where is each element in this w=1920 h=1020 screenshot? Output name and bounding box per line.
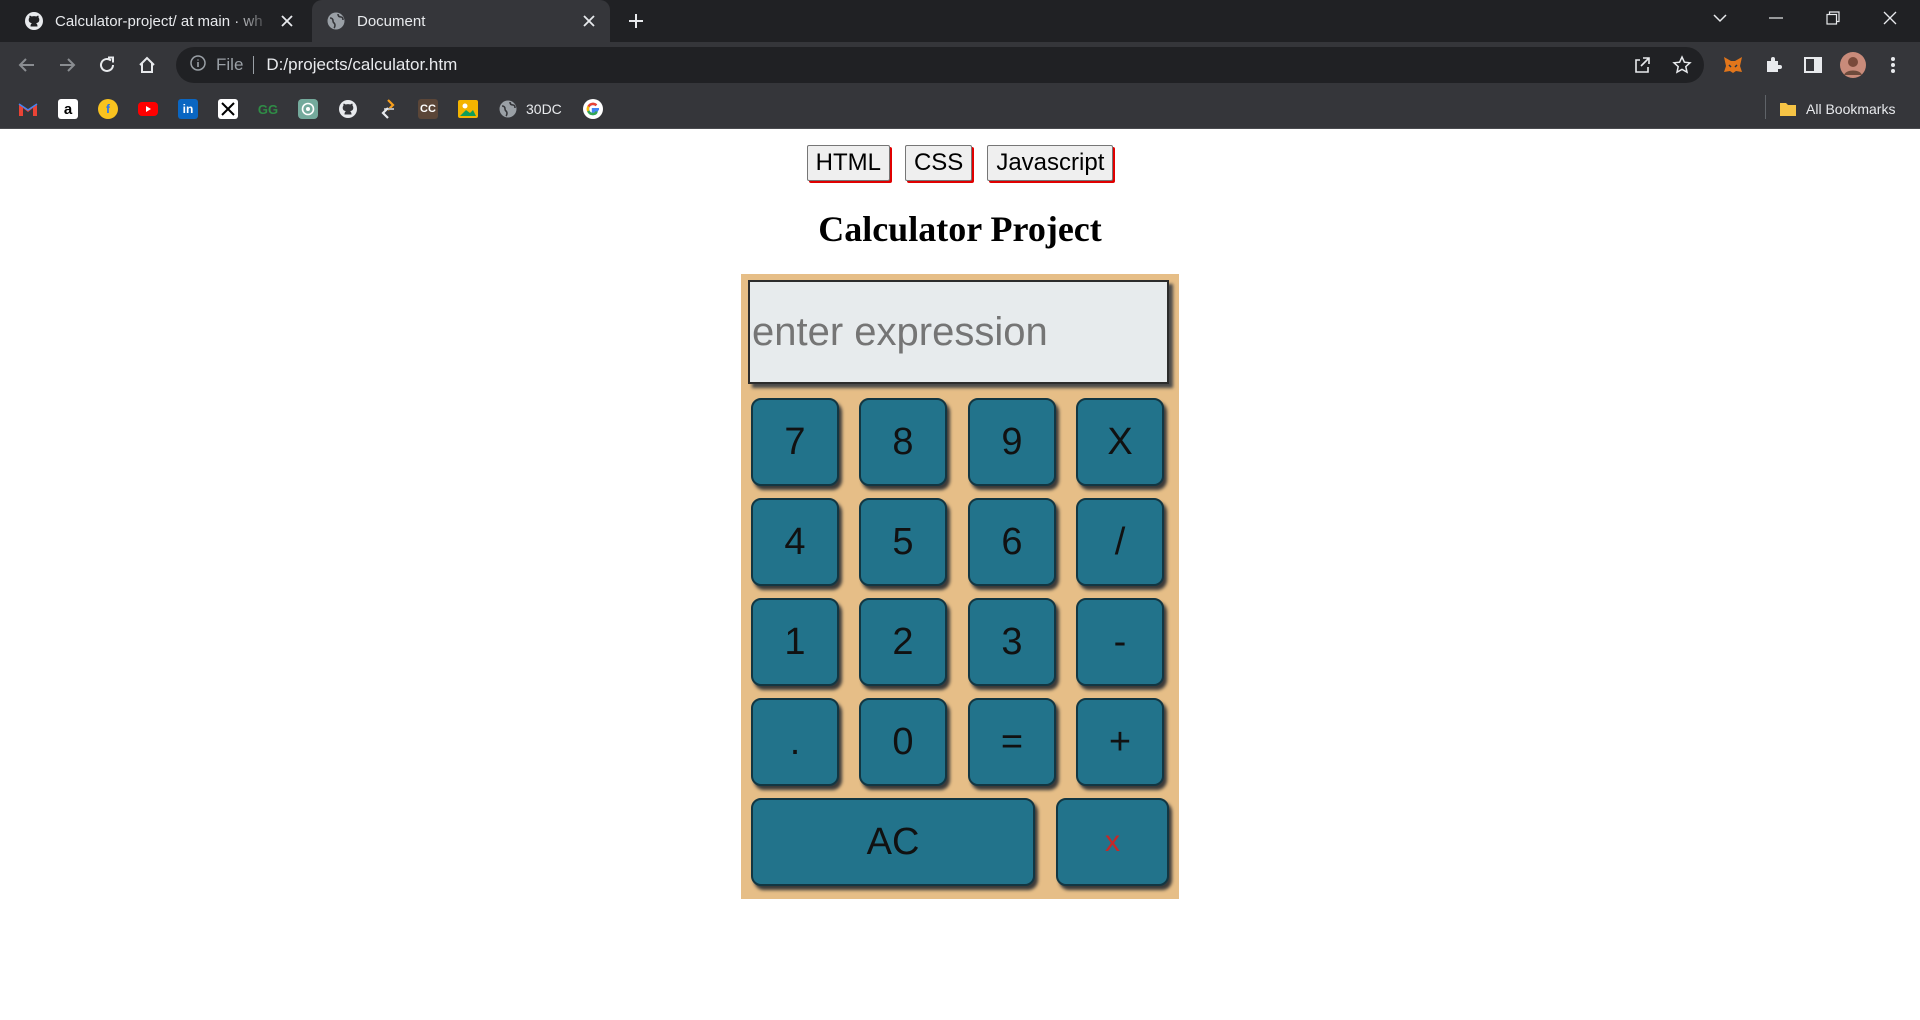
key-9[interactable]: 9 — [968, 398, 1056, 486]
key-4[interactable]: 4 — [751, 498, 839, 586]
bookmark-youtube[interactable] — [138, 98, 158, 120]
chatgpt-icon — [298, 99, 318, 119]
bookmark-cc[interactable]: CC — [418, 98, 438, 120]
bookmark-github[interactable] — [338, 98, 358, 120]
key-divide[interactable]: / — [1076, 498, 1164, 586]
all-bookmarks-label: All Bookmarks — [1806, 101, 1896, 117]
extensions-puzzle-icon[interactable] — [1758, 50, 1788, 80]
bookmark-amazon[interactable]: a — [58, 98, 78, 120]
cc-icon: CC — [418, 99, 438, 119]
bookmark-geeksforgeeks[interactable]: GG — [258, 98, 278, 120]
tab-title: Calculator-project/ at main · wh — [55, 12, 263, 30]
bookmarks-bar: a f in GG CC 30DC All Bookmarks — [0, 88, 1920, 129]
bookmark-linkedin[interactable]: in — [178, 98, 198, 120]
google-icon — [583, 99, 603, 119]
tab-strip: Calculator-project/ at main · wh Documen… — [0, 0, 1920, 42]
tab-search-chevron-icon[interactable] — [1692, 0, 1748, 36]
key-7[interactable]: 7 — [751, 398, 839, 486]
html-button[interactable]: HTML — [806, 145, 890, 181]
gmail-icon — [18, 99, 38, 119]
profile-avatar-icon[interactable] — [1838, 50, 1868, 80]
css-button[interactable]: CSS — [904, 145, 973, 181]
folder-icon — [1778, 99, 1798, 119]
linkedin-icon: in — [178, 99, 198, 119]
page-title: Calculator Project — [818, 209, 1102, 249]
globe-icon — [498, 99, 518, 119]
reload-icon[interactable] — [92, 50, 122, 80]
key-decimal[interactable]: . — [751, 698, 839, 786]
flipkart-icon: f — [98, 99, 118, 119]
geeksforgeeks-icon: GG — [257, 101, 279, 117]
globe-icon — [326, 11, 346, 31]
all-bookmarks[interactable]: All Bookmarks — [1778, 98, 1895, 120]
forward-arrow-icon[interactable] — [52, 50, 82, 80]
metamask-icon[interactable] — [1718, 50, 1748, 80]
bookmark-gmail[interactable] — [18, 98, 38, 120]
restore-icon[interactable] — [1805, 0, 1861, 36]
youtube-icon — [138, 99, 158, 119]
key-1[interactable]: 1 — [751, 598, 839, 686]
photos-icon — [458, 99, 478, 119]
bookmark-code[interactable] — [378, 98, 398, 120]
new-tab-button[interactable] — [622, 8, 650, 34]
calculator: 7 8 9 X 4 5 6 / 1 2 3 - . 0 = + AC x — [741, 274, 1179, 899]
key-5[interactable]: 5 — [859, 498, 947, 586]
divider — [253, 56, 255, 74]
code-icon — [378, 99, 398, 119]
bookmark-star-icon[interactable] — [1670, 53, 1694, 77]
amazon-icon: a — [58, 99, 78, 119]
home-icon[interactable] — [132, 50, 162, 80]
key-equals[interactable]: = — [968, 698, 1056, 786]
close-tab-icon[interactable] — [574, 15, 604, 27]
url-text[interactable]: D:/projects/calculator.htm — [266, 55, 457, 75]
bookmarks-divider — [1765, 95, 1766, 119]
javascript-button[interactable]: Javascript — [987, 145, 1114, 181]
key-8[interactable]: 8 — [859, 398, 947, 486]
key-0[interactable]: 0 — [859, 698, 947, 786]
expression-input[interactable] — [748, 280, 1169, 384]
language-nav: HTML CSS Javascript — [0, 145, 1920, 181]
delete-button[interactable]: x — [1056, 798, 1169, 886]
minimize-icon[interactable] — [1748, 0, 1804, 36]
close-window-icon[interactable] — [1862, 0, 1918, 36]
bookmark-photos[interactable] — [458, 98, 478, 120]
tab-document[interactable]: Document — [312, 0, 610, 42]
x-icon — [218, 99, 238, 119]
bookmark-flipkart[interactable]: f — [98, 98, 118, 120]
key-2[interactable]: 2 — [859, 598, 947, 686]
bookmark-x[interactable] — [218, 98, 238, 120]
bookmark-chatgpt[interactable] — [298, 98, 318, 120]
bookmark-google[interactable] — [583, 98, 603, 120]
tab-title: Document — [357, 12, 426, 30]
key-multiply[interactable]: X — [1076, 398, 1164, 486]
github-icon — [24, 11, 44, 31]
tab-calculator-github[interactable]: Calculator-project/ at main · wh — [12, 0, 308, 42]
address-bar[interactable]: File D:/projects/calculator.htm — [176, 47, 1704, 83]
bookmark-label: 30DC — [526, 101, 562, 117]
key-add[interactable]: + — [1076, 698, 1164, 786]
site-info-icon[interactable] — [190, 54, 206, 76]
key-3[interactable]: 3 — [968, 598, 1056, 686]
bookmark-30dc[interactable]: 30DC — [498, 98, 562, 120]
clear-button[interactable]: AC — [751, 798, 1035, 886]
share-icon[interactable] — [1630, 53, 1654, 77]
side-panel-icon[interactable] — [1798, 50, 1828, 80]
key-6[interactable]: 6 — [968, 498, 1056, 586]
close-tab-icon[interactable] — [272, 15, 302, 27]
url-scheme: File — [216, 55, 244, 74]
back-arrow-icon[interactable] — [12, 50, 42, 80]
browser-toolbar: File D:/projects/calculator.htm — [0, 42, 1920, 88]
menu-kebab-icon[interactable] — [1878, 50, 1908, 80]
key-subtract[interactable]: - — [1076, 598, 1164, 686]
github-icon — [338, 99, 358, 119]
